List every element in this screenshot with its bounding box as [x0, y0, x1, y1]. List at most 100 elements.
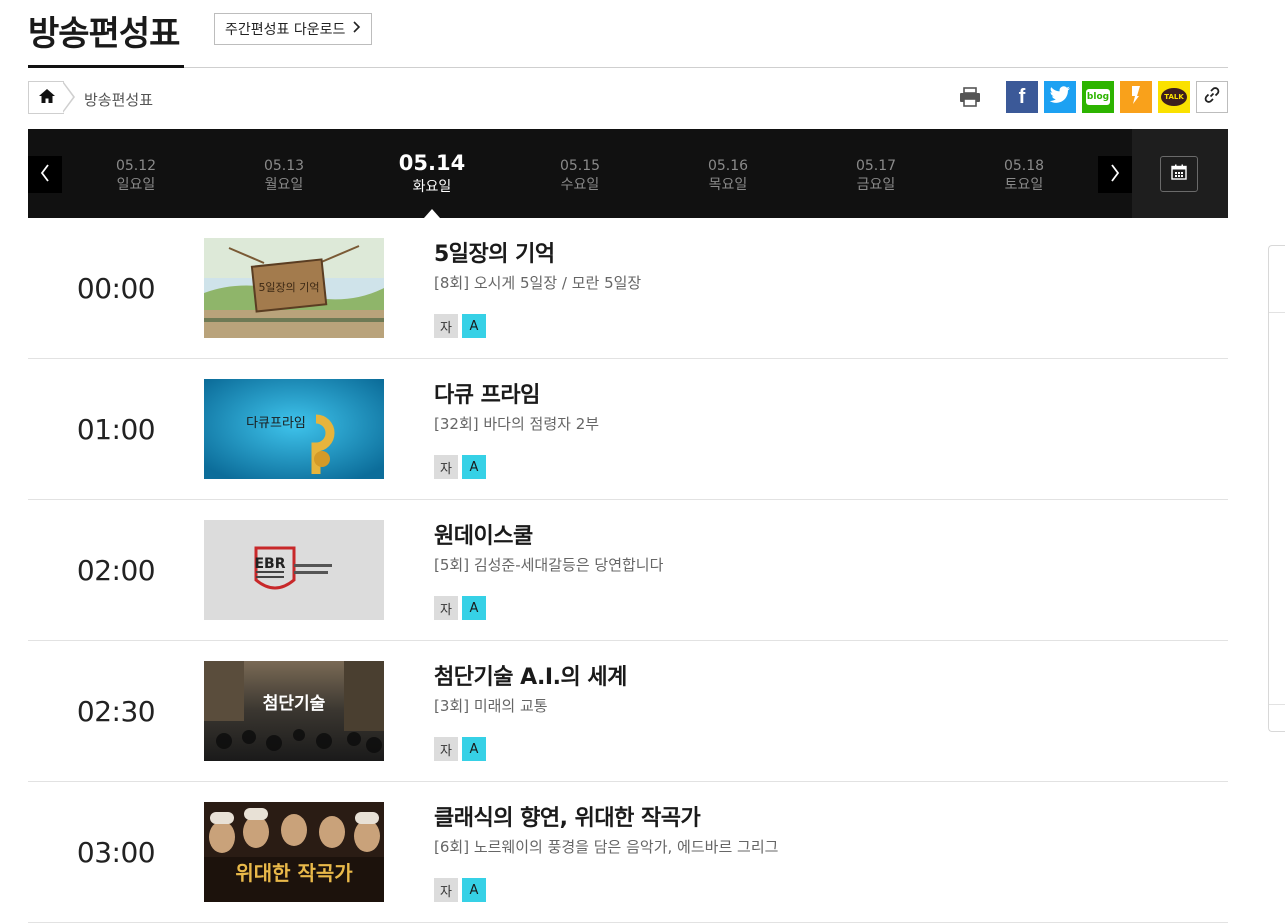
side-floating-panel[interactable] — [1268, 245, 1285, 732]
date-label: 05.12 — [115, 158, 157, 174]
blog-share-button[interactable]: blog — [1082, 81, 1114, 113]
date-tab-0517[interactable]: 05.17 금요일 — [816, 157, 936, 195]
date-tab-0516[interactable]: 05.16 목요일 — [668, 157, 788, 195]
prev-week-button[interactable] — [28, 156, 62, 193]
program-title[interactable]: 첨단기술 A.I.의 세계 — [434, 659, 627, 691]
program-title[interactable]: 다큐 프라임 — [434, 377, 540, 409]
program-badges: 자 A — [434, 878, 486, 902]
weekday-label: 토요일 — [1004, 177, 1044, 193]
kakaostory-share-button[interactable] — [1120, 81, 1152, 113]
weekly-schedule-download-button[interactable]: 주간편성표 다운로드 — [214, 13, 373, 45]
program-list: 00:00 5일장의 기억 5일장의 기억 [8회] 오시게 5일장 / 모란 … — [28, 218, 1228, 923]
weekday-label: 일요일 — [116, 177, 156, 193]
subtitle-badge: 자 — [434, 596, 458, 620]
breadcrumb-current: 방송편성표 — [84, 91, 154, 109]
kakaotalk-share-button[interactable]: TALK — [1158, 81, 1190, 113]
program-thumbnail[interactable]: 5일장의 기억 — [204, 238, 384, 338]
chevron-left-icon — [40, 163, 50, 186]
program-time: 03:00 — [76, 836, 156, 869]
kakaotalk-icon: TALK — [1161, 88, 1187, 106]
program-row: 01:00 다큐프라임 다큐 프라임 [32회] 바다의 점령자 2부 자 A — [28, 359, 1228, 500]
thumbnail-text: 5일장의 기억 — [258, 280, 319, 294]
home-button[interactable] — [28, 81, 64, 114]
copy-link-button[interactable] — [1196, 81, 1228, 113]
thumbnail-text: 첨단기술 — [263, 693, 326, 714]
subtitle-badge: 자 — [434, 878, 458, 902]
chevron-right-icon — [353, 21, 361, 37]
rating-badge: A — [462, 596, 486, 620]
program-title[interactable]: 클래식의 향연, 위대한 작곡가 — [434, 800, 701, 832]
program-episode: [5회] 김성준-세대갈등은 당연합니다 — [434, 556, 664, 574]
program-row: 03:00 위대한 작곡가 클래식의 향연, 위대한 작곡가 [6회] 노르웨이… — [28, 782, 1228, 923]
facebook-icon: f — [1018, 85, 1026, 108]
program-time: 02:30 — [76, 695, 156, 728]
rating-badge: A — [462, 314, 486, 338]
weekday-label: 월요일 — [264, 177, 304, 193]
active-date-marker — [424, 209, 440, 218]
date-label: 05.14 — [398, 151, 466, 175]
thumbnail-text: 위대한 작곡가 — [235, 861, 353, 885]
program-badges: 자 A — [434, 737, 486, 761]
breadcrumb: 방송편성표 f blog TALK — [28, 68, 1228, 129]
page-title: 방송편성표 — [28, 14, 180, 54]
program-episode: [8회] 오시게 5일장 / 모란 5일장 — [434, 274, 642, 292]
program-badges: 자 A — [434, 596, 486, 620]
program-episode: [3회] 미래의 교통 — [434, 697, 548, 715]
program-title[interactable]: 원데이스쿨 — [434, 518, 533, 550]
program-thumbnail[interactable]: 위대한 작곡가 — [204, 802, 384, 902]
date-label: 05.15 — [559, 158, 601, 174]
program-episode: [6회] 노르웨이의 풍경을 담은 음악가, 에드바르 그리그 — [434, 838, 779, 856]
thumbnail-text: EBR — [254, 556, 285, 572]
program-thumbnail[interactable]: 다큐프라임 — [204, 379, 384, 479]
program-thumbnail[interactable]: 첨단기술 — [204, 661, 384, 761]
subtitle-badge: 자 — [434, 737, 458, 761]
rating-badge: A — [462, 455, 486, 479]
chevron-right-icon — [1110, 163, 1120, 186]
date-selector-bar: 05.12 일요일 05.13 월요일 05.14 화요일 05.15 수요일 … — [28, 129, 1228, 218]
program-episode: [32회] 바다의 점령자 2부 — [434, 415, 600, 433]
schedule-page: 방송편성표 주간편성표 다운로드 방송편성표 f blog TALK 05.12… — [28, 0, 1228, 923]
program-time: 02:00 — [76, 554, 156, 587]
next-week-button[interactable] — [1098, 156, 1132, 193]
program-time: 01:00 — [76, 413, 156, 446]
breadcrumb-separator — [62, 81, 75, 113]
date-label: 05.18 — [1003, 158, 1045, 174]
facebook-share-button[interactable]: f — [1006, 81, 1038, 113]
calendar-area — [1132, 129, 1228, 218]
program-row: 02:00 EBR 원데이스쿨 [5회] 김성준-세대갈등은 당연합니다 자 A — [28, 500, 1228, 641]
twitter-share-button[interactable] — [1044, 81, 1076, 113]
date-label: 05.16 — [707, 158, 749, 174]
program-badges: 자 A — [434, 314, 486, 338]
twitter-icon — [1049, 86, 1071, 108]
thumbnail-text: 다큐프라임 — [246, 416, 306, 431]
download-label: 주간편성표 다운로드 — [225, 22, 346, 38]
date-tab-0513[interactable]: 05.13 월요일 — [224, 157, 344, 195]
date-tab-0515[interactable]: 05.15 수요일 — [520, 157, 640, 195]
rating-badge: A — [462, 878, 486, 902]
calendar-button[interactable] — [1160, 156, 1198, 192]
date-tab-0512[interactable]: 05.12 일요일 — [76, 157, 196, 195]
title-row: 방송편성표 주간편성표 다운로드 — [28, 0, 1228, 68]
program-row: 00:00 5일장의 기억 5일장의 기억 [8회] 오시게 5일장 / 모란 … — [28, 218, 1228, 359]
program-badges: 자 A — [434, 455, 486, 479]
panel-divider — [1269, 312, 1285, 313]
rating-badge: A — [462, 737, 486, 761]
date-tab-0514-active[interactable]: 05.14 화요일 — [372, 149, 492, 197]
link-icon — [1203, 86, 1221, 108]
program-row: 02:30 첨단기술 첨단기술 A.I.의 세계 [3회] 미래의 교통 자 A — [28, 641, 1228, 782]
program-time: 00:00 — [76, 272, 156, 305]
subtitle-badge: 자 — [434, 314, 458, 338]
share-bar: f blog TALK — [954, 81, 1228, 113]
program-title[interactable]: 5일장의 기억 — [434, 236, 555, 268]
calendar-icon — [1171, 164, 1187, 184]
program-thumbnail[interactable]: EBR — [204, 520, 384, 620]
subtitle-badge: 자 — [434, 455, 458, 479]
date-label: 05.13 — [263, 158, 305, 174]
panel-divider — [1269, 704, 1285, 705]
kakaostory-icon — [1130, 85, 1142, 109]
date-label: 05.17 — [855, 158, 897, 174]
home-icon — [38, 88, 56, 108]
print-icon[interactable] — [954, 81, 986, 113]
weekday-label: 화요일 — [412, 179, 452, 195]
date-tab-0518[interactable]: 05.18 토요일 — [964, 157, 1084, 195]
